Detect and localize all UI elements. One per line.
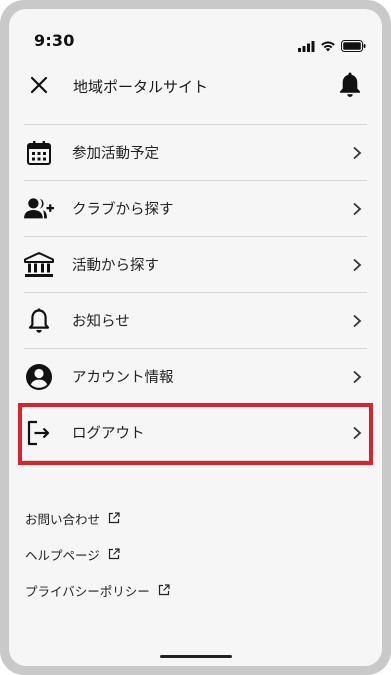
footer-links: お問い合わせ ヘルプページ プライバシーポリシー xyxy=(25,509,170,617)
menu-item-account[interactable]: アカウント情報 xyxy=(24,349,367,405)
menu-item-news[interactable]: お知らせ xyxy=(24,293,367,349)
contact-link[interactable]: お問い合わせ xyxy=(25,509,170,527)
help-link[interactable]: ヘルプページ xyxy=(25,545,170,563)
app-header: 地域ポータルサイト xyxy=(9,61,382,113)
close-icon xyxy=(29,75,49,99)
notifications-button[interactable] xyxy=(336,71,364,101)
bell-outline-icon xyxy=(24,306,54,336)
external-link-icon xyxy=(158,584,170,596)
menu-item-label: アカウント情報 xyxy=(72,370,174,386)
calendar-icon xyxy=(24,138,54,168)
menu-item-label: 活動から探す xyxy=(72,258,159,274)
menu-item-schedule[interactable]: 参加活動予定 xyxy=(24,125,367,181)
status-icons xyxy=(298,37,366,56)
chevron-right-icon xyxy=(349,313,365,329)
external-link-icon xyxy=(108,512,120,524)
menu-item-clubs[interactable]: クラブから探す xyxy=(24,181,367,237)
nav-menu: 参加活動予定 クラブから探す 活動から探す お知らせ アカウント情報 ログアウト xyxy=(18,124,373,465)
chevron-right-icon xyxy=(349,201,365,217)
institution-icon xyxy=(24,250,54,280)
battery-icon xyxy=(341,37,366,56)
chevron-right-icon xyxy=(349,369,365,385)
wifi-icon xyxy=(320,37,336,56)
add-user-icon xyxy=(24,194,54,224)
menu-item-label: クラブから探す xyxy=(72,202,174,218)
page-title: 地域ポータルサイト xyxy=(73,78,209,96)
menu-item-activities[interactable]: 活動から探す xyxy=(24,237,367,293)
menu-item-label: ログアウト xyxy=(72,426,145,442)
device-frame: 9:30 地域ポータルサイト 参加活動予定 クラブから探す 活動から探す お知ら… xyxy=(0,0,391,675)
screen: 9:30 地域ポータルサイト 参加活動予定 クラブから探す 活動から探す お知ら… xyxy=(9,9,382,666)
logout-icon xyxy=(24,418,54,448)
link-label: お問い合わせ xyxy=(25,511,101,527)
privacy-link[interactable]: プライバシーポリシー xyxy=(25,581,170,599)
home-indicator[interactable] xyxy=(160,655,232,658)
status-bar: 9:30 xyxy=(9,9,382,61)
menu-item-label: 参加活動予定 xyxy=(72,146,159,162)
chevron-right-icon xyxy=(349,145,365,161)
chevron-right-icon xyxy=(349,425,365,441)
link-label: プライバシーポリシー xyxy=(25,583,150,599)
menu-item-logout[interactable]: ログアウト xyxy=(18,403,373,465)
status-time: 9:30 xyxy=(34,31,75,50)
external-link-icon xyxy=(108,548,120,560)
chevron-right-icon xyxy=(349,257,365,273)
close-button[interactable] xyxy=(25,73,53,101)
menu-item-label: お知らせ xyxy=(72,314,130,330)
account-circle-icon xyxy=(24,362,54,392)
link-label: ヘルプページ xyxy=(25,547,100,563)
bell-icon xyxy=(338,71,362,102)
signal-icon xyxy=(298,37,315,56)
